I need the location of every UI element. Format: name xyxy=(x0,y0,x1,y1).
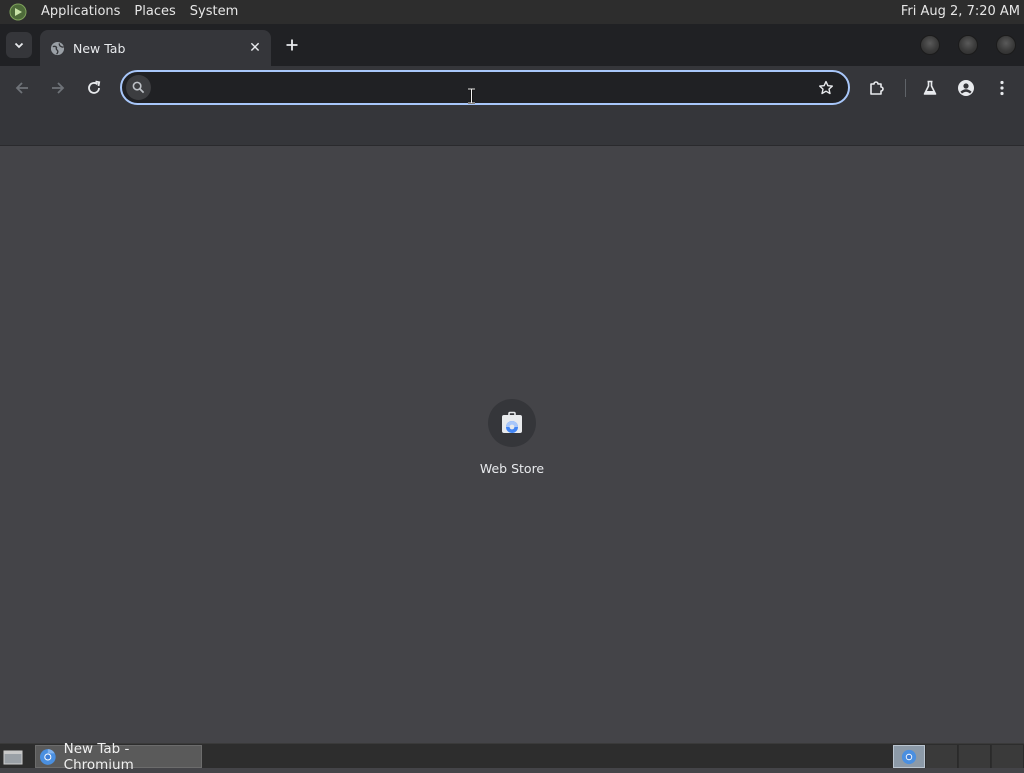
plus-icon xyxy=(286,39,298,51)
distro-logo-icon[interactable] xyxy=(8,2,28,22)
tab-title: New Tab xyxy=(73,40,126,56)
toolbar-band xyxy=(0,110,1024,146)
reload-button[interactable] xyxy=(80,74,108,102)
workspace-2[interactable] xyxy=(926,745,958,768)
flask-icon xyxy=(923,80,937,95)
top-panel: Applications Places System Fri Aug 2, 7:… xyxy=(0,0,1024,24)
reload-icon xyxy=(88,80,101,94)
profile-button[interactable] xyxy=(952,74,980,102)
puzzle-icon xyxy=(870,81,884,95)
back-button[interactable] xyxy=(8,74,36,102)
web-store-icon xyxy=(502,411,522,433)
new-tab-button[interactable] xyxy=(280,33,304,57)
system-menu[interactable]: System xyxy=(183,0,245,24)
panel-clock[interactable]: Fri Aug 2, 7:20 AM xyxy=(901,0,1020,24)
minimize-button[interactable] xyxy=(920,35,940,55)
close-icon: ✕ xyxy=(249,40,261,56)
shortcut-tile[interactable] xyxy=(488,399,536,447)
workspace-3[interactable] xyxy=(959,745,991,768)
desktop-icon xyxy=(3,750,23,764)
maximize-button[interactable] xyxy=(958,35,978,55)
labs-button[interactable] xyxy=(916,74,944,102)
tab-search-button[interactable] xyxy=(6,32,32,58)
kebab-menu-icon xyxy=(1000,80,1004,96)
person-icon xyxy=(958,80,974,96)
shortcut-web-store[interactable]: Web Store xyxy=(472,399,552,489)
browser-toolbar xyxy=(0,66,1024,110)
applications-menu[interactable]: Applications xyxy=(34,0,127,24)
workspace-4[interactable] xyxy=(992,745,1024,768)
workspace-1[interactable] xyxy=(893,745,925,768)
chevron-down-icon xyxy=(14,42,24,49)
taskbar-chromium-window[interactable]: New Tab - Chromium xyxy=(35,741,202,773)
chromium-icon xyxy=(901,749,917,764)
bookmark-star-button[interactable] xyxy=(816,78,836,98)
text-cursor-icon xyxy=(468,88,475,104)
omnibox[interactable] xyxy=(120,70,850,105)
star-icon xyxy=(819,80,833,95)
close-window-button[interactable] xyxy=(996,35,1016,55)
arrow-left-icon xyxy=(15,82,28,94)
shortcut-label: Web Store xyxy=(479,461,545,476)
tab-close-button[interactable]: ✕ xyxy=(245,38,265,58)
arrow-right-icon xyxy=(52,82,65,94)
tab-strip: New Tab ✕ xyxy=(0,24,1024,66)
menu-button[interactable] xyxy=(988,74,1016,102)
bottom-panel: New Tab - Chromium xyxy=(0,741,1024,773)
toolbar-separator xyxy=(905,79,906,97)
show-desktop-button[interactable] xyxy=(2,747,24,766)
new-tab-page: Web Store xyxy=(0,147,1024,743)
forward-button[interactable] xyxy=(44,74,72,102)
places-menu[interactable]: Places xyxy=(127,0,182,24)
chromium-icon xyxy=(39,748,56,765)
omnibox-input[interactable] xyxy=(156,76,806,100)
globe-icon xyxy=(49,40,65,56)
search-icon xyxy=(126,75,151,100)
extensions-button[interactable] xyxy=(863,74,891,102)
tab-new-tab[interactable]: New Tab ✕ xyxy=(40,30,271,66)
